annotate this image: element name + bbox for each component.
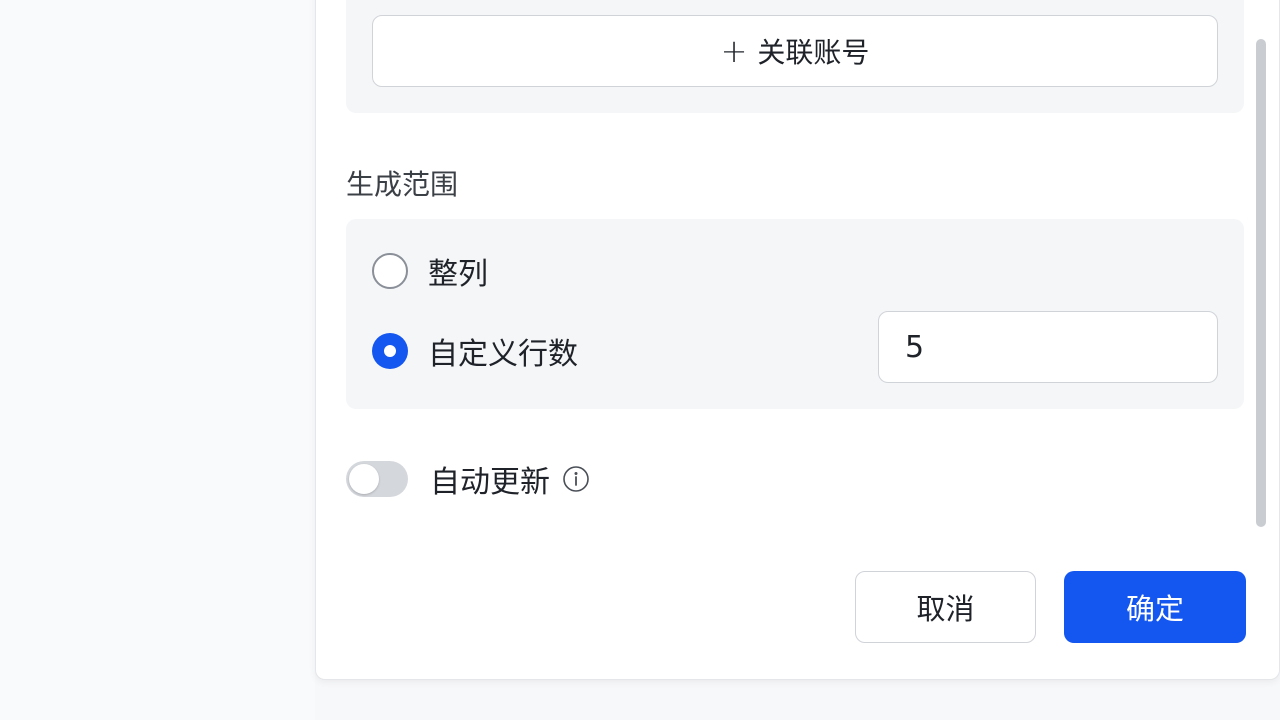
row-count-input[interactable] — [879, 312, 1217, 382]
radio-whole-column-label: 整列 — [428, 257, 488, 292]
backdrop-left — [0, 0, 315, 720]
auto-update-label: 自动更新 — [430, 465, 550, 500]
plus-icon: + — [720, 32, 748, 70]
radio-custom-rows-circle[interactable] — [372, 333, 408, 369]
radio-whole-column-circle[interactable] — [372, 253, 408, 289]
radio-custom-rows-label: 自定义行数 — [428, 337, 578, 372]
auto-update-row: 自动更新 — [346, 457, 590, 501]
link-account-button[interactable]: + 关联账号 — [372, 15, 1218, 87]
scrollbar-thumb[interactable] — [1256, 39, 1266, 527]
radio-custom-rows[interactable]: 自定义行数 — [372, 329, 578, 373]
auto-update-toggle[interactable] — [346, 461, 408, 497]
confirm-button[interactable]: 确定 — [1064, 571, 1246, 643]
cancel-button[interactable]: 取消 — [855, 571, 1036, 643]
radio-whole-column[interactable]: 整列 — [372, 249, 488, 293]
link-account-label: 关联账号 — [757, 36, 870, 69]
account-panel: + 关联账号 — [346, 0, 1244, 113]
info-circle-icon[interactable] — [562, 465, 590, 493]
generate-dialog: + 关联账号 生成范围 整列 自定义行数 5 自动更新 取消 确定 — [315, 0, 1280, 680]
toggle-knob — [349, 464, 379, 494]
scrollbar-track[interactable] — [1254, 0, 1268, 681]
range-panel: 整列 自定义行数 — [346, 219, 1244, 409]
row-count-stepper — [878, 311, 1218, 383]
range-section-title: 生成范围 — [346, 168, 459, 201]
